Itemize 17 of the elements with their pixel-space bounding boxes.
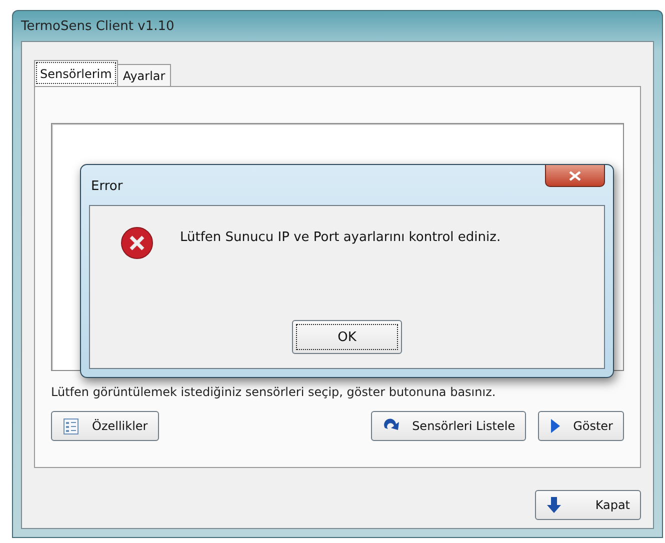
tab[interactable]: Ayarlar bbox=[116, 64, 172, 86]
close-button[interactable]: Kapat bbox=[535, 490, 641, 520]
window-title: TermoSens Client v1.10 bbox=[21, 18, 174, 34]
properties-button[interactable]: Özellikler bbox=[51, 411, 159, 441]
dialog-title: Error bbox=[91, 179, 123, 194]
error-message: Lütfen Sunucu IP ve Port ayarlarını kontrol ediniz. bbox=[180, 230, 501, 245]
close-button[interactable] bbox=[545, 165, 605, 187]
play-icon bbox=[549, 418, 562, 434]
show-button[interactable]: Göster bbox=[538, 411, 624, 441]
ok-button[interactable]: OK bbox=[292, 320, 402, 354]
list-sensors-button[interactable]: Sensörleri Listele bbox=[371, 411, 526, 441]
close-icon bbox=[569, 170, 581, 180]
list-icon bbox=[62, 417, 80, 435]
hint-text: Lütfen görüntülemek istediğiniz sensörleri seçip, göster butonuna basınız. bbox=[51, 385, 497, 399]
down-arrow-icon bbox=[546, 496, 562, 514]
tab[interactable]: Sensörlerim bbox=[34, 60, 118, 86]
error-icon bbox=[120, 226, 154, 260]
